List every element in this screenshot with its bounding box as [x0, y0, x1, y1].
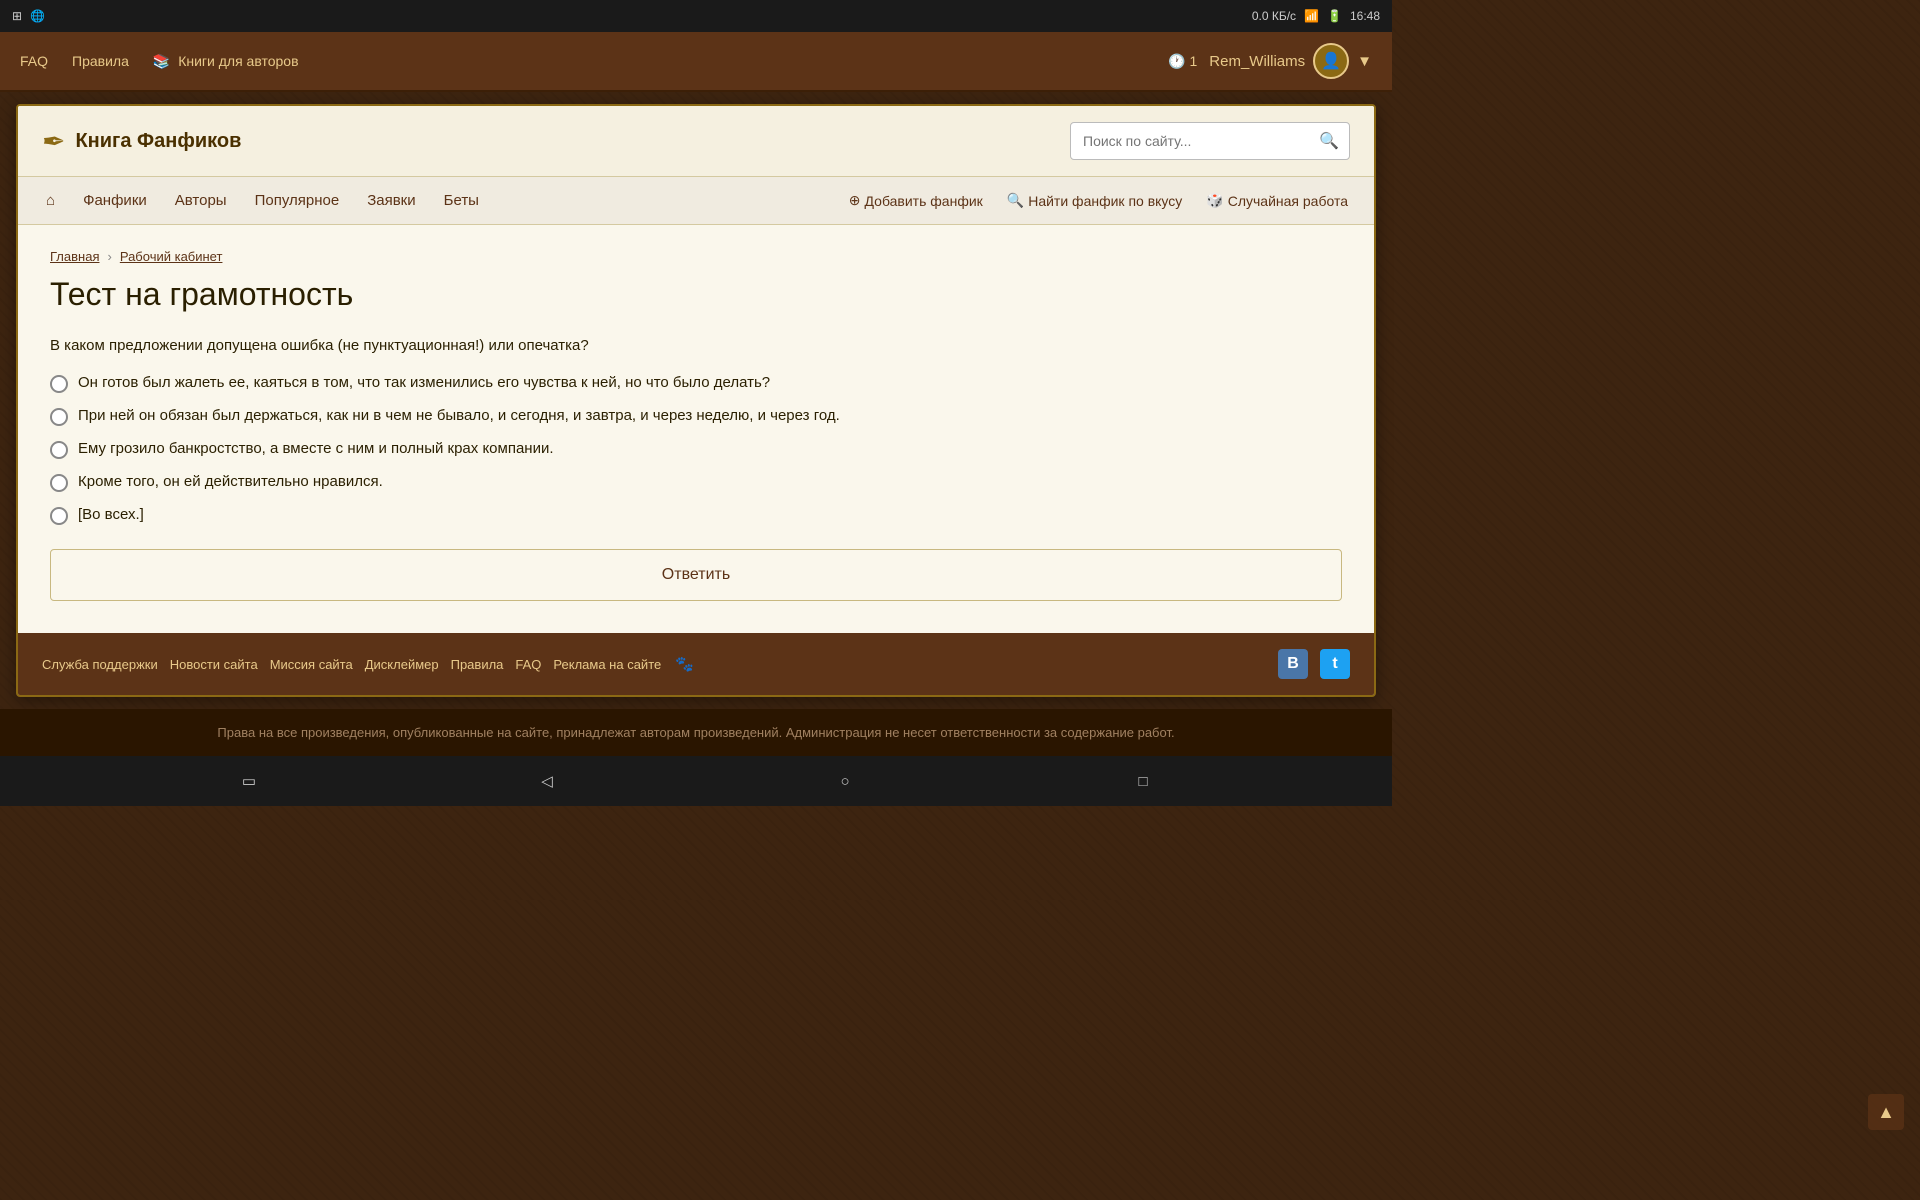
system-bar-right: 0.0 КБ/с 📶 🔋 16:48	[1252, 9, 1380, 23]
site-nav: ⌂ Фанфики Авторы Популярное Заявки Беты …	[18, 177, 1374, 225]
paw-icon: 🐾	[675, 655, 694, 673]
nav-books[interactable]: 📚 Книги для авторов	[153, 53, 299, 70]
main-wrapper: ✒ Книга Фанфиков 🔍 ⌂ Фанфики Авторы Попу…	[0, 92, 1392, 709]
site-header: ✒ Книга Фанфиков 🔍	[18, 106, 1374, 177]
site-nav-right: ⊕ Добавить фанфик 🔍 Найти фанфик по вкус…	[839, 177, 1358, 225]
breadcrumb-home[interactable]: Главная	[50, 249, 99, 264]
nav-faq[interactable]: FAQ	[20, 53, 48, 69]
find-icon: 🔍	[1007, 192, 1024, 209]
nav-authors[interactable]: Авторы	[163, 177, 239, 224]
radio-option-5[interactable]	[50, 507, 68, 525]
breadcrumb-cabinet[interactable]: Рабочий кабинет	[120, 249, 223, 264]
nav-random[interactable]: 🎲 Случайная работа	[1196, 177, 1358, 225]
scroll-up-button[interactable]: ▲	[1868, 1094, 1904, 1130]
breadcrumb-separator: ›	[107, 249, 111, 264]
dropdown-arrow: ▼	[1357, 53, 1372, 70]
twitter-label: t	[1332, 655, 1337, 673]
square-icon: ▭	[242, 772, 256, 790]
circle-icon: ○	[840, 773, 849, 790]
footer-disclaimer[interactable]: Дисклеймер	[365, 657, 439, 672]
logo-text: Книга Фанфиков	[75, 130, 241, 153]
android-recent-btn[interactable]: □	[1127, 765, 1159, 797]
back-icon: ◁	[541, 772, 553, 790]
footer-rules[interactable]: Правила	[451, 657, 504, 672]
footer-news[interactable]: Новости сайта	[170, 657, 258, 672]
network-speed: 0.0 КБ/с	[1252, 9, 1296, 23]
nav-bar-right: 🕐 1 Rem_Williams 👤 ▼	[1168, 43, 1372, 79]
list-item: [Во всех.]	[50, 506, 1342, 525]
footer-ads[interactable]: Реклама на сайте	[553, 657, 661, 672]
avatar-image: 👤	[1321, 51, 1341, 71]
radio-option-1[interactable]	[50, 375, 68, 393]
nav-fanfics[interactable]: Фанфики	[71, 177, 159, 224]
list-item: Он готов был жалеть ее, каяться в том, ч…	[50, 374, 1342, 393]
copyright-text: Права на все произведения, опубликованны…	[217, 725, 1174, 740]
android-square-btn[interactable]: ▭	[233, 765, 265, 797]
footer-support[interactable]: Служба поддержки	[42, 657, 158, 672]
question-text: В каком предложении допущена ошибка (не …	[50, 337, 1342, 354]
logo-area: ✒ Книга Фанфиков	[42, 125, 241, 158]
android-bar: ▭ ◁ ○ □	[0, 756, 1392, 806]
android-back-btn[interactable]: ◁	[531, 765, 563, 797]
battery-icon: 🔋	[1327, 9, 1342, 23]
clock: 16:48	[1350, 9, 1380, 23]
android-logo-icon: ⊞	[12, 9, 22, 23]
list-item: При ней он обязан был держаться, как ни …	[50, 407, 1342, 426]
user-section[interactable]: Rem_Williams 👤 ▼	[1209, 43, 1372, 79]
breadcrumb: Главная › Рабочий кабинет	[50, 249, 1342, 264]
search-input[interactable]	[1071, 125, 1309, 157]
add-icon: ⊕	[849, 192, 861, 209]
signal-icon: 📶	[1304, 9, 1319, 23]
avatar[interactable]: 👤	[1313, 43, 1349, 79]
android-home-btn[interactable]: ○	[829, 765, 861, 797]
list-item: Ему грозило банкростство, а вместе с ним…	[50, 440, 1342, 459]
list-item: Кроме того, он ей действительно нравился…	[50, 473, 1342, 492]
vk-label: В	[1287, 655, 1299, 673]
options-list: Он готов был жалеть ее, каяться в том, ч…	[50, 374, 1342, 525]
top-nav-bar: FAQ Правила 📚 Книги для авторов 🕐 1 Rem_…	[0, 32, 1392, 92]
home-icon: ⌂	[46, 192, 55, 209]
radio-option-3[interactable]	[50, 441, 68, 459]
footer-mission[interactable]: Миссия сайта	[270, 657, 353, 672]
logo-icon: ✒	[42, 125, 65, 158]
nav-betas[interactable]: Беты	[432, 177, 491, 224]
recent-icon: □	[1138, 773, 1147, 790]
arrow-up-icon: ▲	[1877, 1102, 1895, 1123]
notification-count: 1	[1190, 53, 1198, 69]
option-text-2: При ней он обязан был держаться, как ни …	[78, 407, 840, 424]
notification-area[interactable]: 🕐 1	[1168, 53, 1197, 70]
nav-add-fanfic[interactable]: ⊕ Добавить фанфик	[839, 177, 993, 225]
page-title: Тест на грамотность	[50, 276, 1342, 313]
radio-option-4[interactable]	[50, 474, 68, 492]
search-button[interactable]: 🔍	[1309, 123, 1349, 159]
site-footer: Служба поддержки Новости сайта Миссия са…	[18, 633, 1374, 695]
footer-faq[interactable]: FAQ	[515, 657, 541, 672]
history-icon: 🕐	[1168, 53, 1185, 70]
content-area: Главная › Рабочий кабинет Тест на грамот…	[18, 225, 1374, 633]
system-bar-left: ⊞ 🌐	[12, 9, 45, 23]
books-icon: 📚	[153, 53, 170, 69]
option-text-3: Ему грозило банкростство, а вместе с ним…	[78, 440, 554, 457]
site-card: ✒ Книга Фанфиков 🔍 ⌂ Фанфики Авторы Попу…	[16, 104, 1376, 697]
option-text-1: Он готов был жалеть ее, каяться в том, ч…	[78, 374, 770, 391]
search-area: 🔍	[1070, 122, 1350, 160]
nav-find-fanfic[interactable]: 🔍 Найти фанфик по вкусу	[997, 177, 1193, 225]
nav-popular[interactable]: Популярное	[243, 177, 352, 224]
radio-option-2[interactable]	[50, 408, 68, 426]
random-icon: 🎲	[1206, 192, 1223, 209]
footer-social: В t	[1278, 649, 1350, 679]
system-bar: ⊞ 🌐 0.0 КБ/с 📶 🔋 16:48	[0, 0, 1392, 32]
answer-button[interactable]: Ответить	[50, 549, 1342, 601]
vk-icon[interactable]: В	[1278, 649, 1308, 679]
twitter-icon[interactable]: t	[1320, 649, 1350, 679]
copyright-bar: Права на все произведения, опубликованны…	[0, 709, 1392, 756]
option-text-4: Кроме того, он ей действительно нравился…	[78, 473, 383, 490]
nav-home[interactable]: ⌂	[34, 177, 67, 224]
username-label: Rem_Williams	[1209, 53, 1305, 70]
nav-requests[interactable]: Заявки	[355, 177, 427, 224]
nav-rules[interactable]: Правила	[72, 53, 129, 69]
app-icon: 🌐	[30, 9, 45, 23]
option-text-5: [Во всех.]	[78, 506, 144, 523]
